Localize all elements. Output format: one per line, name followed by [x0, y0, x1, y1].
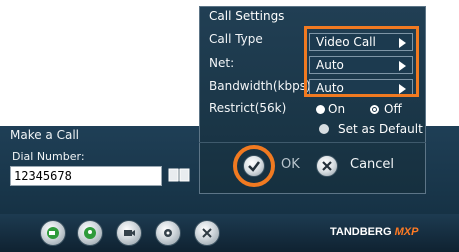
close-icon[interactable] — [194, 220, 220, 246]
restrict-off-label: Off — [384, 102, 402, 116]
call-type-label: Call Type — [209, 32, 263, 46]
close-icon — [322, 161, 332, 171]
set-as-default-label[interactable]: Set as Default — [338, 122, 423, 136]
highlight-frame — [304, 26, 419, 97]
set-default-icon[interactable] — [319, 124, 329, 134]
phonebook-icon[interactable] — [168, 166, 190, 184]
restrict-off-radio[interactable] — [370, 105, 379, 114]
restrict-on-radio[interactable] — [316, 105, 325, 114]
bandwidth-label: Bandwidth(kbps) — [209, 79, 311, 93]
check-icon — [248, 161, 260, 172]
cancel-label[interactable]: Cancel — [350, 157, 394, 172]
brand-logo: TANDBERG MXP — [330, 226, 419, 238]
restrict-label: Restrict(56k) — [209, 101, 287, 115]
dial-number-input[interactable]: 12345678 — [10, 166, 162, 186]
contacts-icon[interactable] — [77, 220, 103, 246]
make-call-title: Make a Call — [10, 128, 79, 142]
camera-icon[interactable] — [116, 220, 142, 246]
settings-icon[interactable] — [155, 220, 181, 246]
ok-button[interactable] — [243, 155, 265, 177]
call-icon[interactable] — [40, 220, 66, 246]
dialog-title: Call Settings — [209, 9, 285, 23]
net-label: Net: — [209, 56, 235, 70]
restrict-on-label: On — [328, 102, 346, 116]
ok-label[interactable]: OK — [281, 157, 300, 172]
dial-number-label: Dial Number: — [12, 150, 85, 163]
divider — [199, 142, 426, 143]
cancel-button[interactable] — [316, 155, 338, 177]
